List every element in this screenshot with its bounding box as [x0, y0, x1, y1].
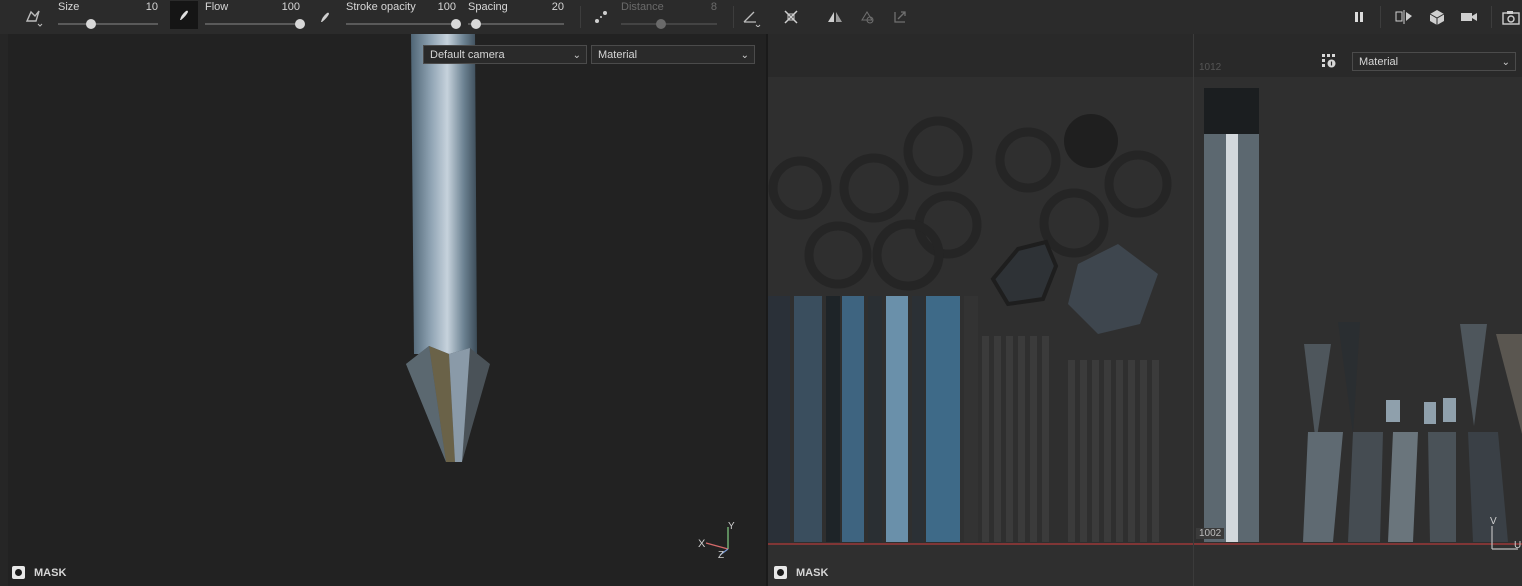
camera-icon[interactable] [1458, 6, 1480, 28]
flow-slider[interactable]: Flow 100 [205, 0, 305, 34]
material-select-2d[interactable]: Material ⌄ [1352, 52, 1516, 71]
camera-select-value: Default camera [430, 49, 505, 61]
split-view-icon[interactable] [1393, 6, 1415, 28]
stroke-opacity-value[interactable]: 100 [438, 1, 456, 13]
spacing-value[interactable]: 20 [552, 1, 564, 13]
mirror-icon[interactable] [824, 6, 846, 28]
size-value[interactable]: 10 [146, 1, 158, 13]
distance-knob [656, 19, 667, 29]
uv-axis-u-label: U [1514, 540, 1522, 551]
flow-value[interactable]: 100 [282, 1, 300, 13]
mesh-preview [406, 34, 490, 462]
stroke-opacity-label: Stroke opacity [346, 1, 416, 13]
chevron-down-icon: ⌄ [1501, 57, 1510, 68]
spacing-track[interactable] [468, 23, 564, 25]
size-track[interactable] [58, 23, 158, 25]
material-select-2d-value: Material [1359, 56, 1399, 68]
distance-value: 8 [710, 1, 717, 13]
udim-tile-label-top: 1012 [1199, 62, 1222, 73]
chevron-down-icon: ⌄ [740, 50, 749, 61]
stroke-opacity-track[interactable] [346, 23, 456, 25]
udim-tile-label-bottom: 1002 [1196, 528, 1225, 539]
udim-divider [1193, 34, 1194, 586]
size-knob[interactable] [86, 19, 96, 29]
material-select-3d-value: Material [598, 49, 638, 61]
stroke-opacity-slider[interactable]: Stroke opacity 100 [346, 0, 461, 34]
size-slider[interactable]: Size 10 [58, 0, 158, 34]
axis-y-label: Y [728, 521, 735, 532]
chevron-down-icon: ⌄ [572, 50, 581, 61]
transform-icon[interactable] [889, 6, 911, 28]
flow-label: Flow [205, 1, 229, 13]
brush-preset-icon[interactable] [22, 6, 44, 28]
screenshot-icon[interactable] [1500, 6, 1522, 28]
uv-texture-view [768, 88, 1522, 545]
brush-alpha-icon[interactable] [170, 1, 198, 29]
toolbar-separator [1491, 6, 1492, 28]
toolbar-separator [733, 6, 734, 28]
mask-icon [12, 566, 25, 579]
mask-label-2d: MASK [796, 566, 829, 579]
stroke-opacity-knob[interactable] [451, 19, 461, 29]
symmetry-icon[interactable] [780, 6, 802, 28]
mask-label-3d: MASK [34, 566, 67, 579]
uv-axis-gizmo: V U [1488, 516, 1522, 551]
camera-select[interactable]: Default camera ⌄ [423, 45, 587, 64]
pause-icon[interactable] [1348, 6, 1370, 28]
flow-brush-icon[interactable] [314, 6, 336, 28]
toolbar-separator [580, 6, 581, 28]
spacing-slider[interactable]: Spacing 20 [468, 0, 564, 34]
distance-slider: Distance 8 [621, 0, 717, 34]
cube-view-icon[interactable] [1426, 6, 1448, 28]
toolbar-separator [1380, 6, 1381, 28]
toolbar: Size 10 Flow 100 Stroke opacity 100 Spac… [0, 0, 1522, 35]
axis-z-label: Z [718, 550, 725, 561]
size-label: Size [58, 1, 80, 13]
spacing-label: Spacing [468, 1, 508, 13]
material-select-3d[interactable]: Material ⌄ [591, 45, 755, 64]
mask-toggle-3d[interactable]: MASK [12, 566, 66, 579]
grid-display-icon[interactable] [1320, 52, 1338, 70]
lazy-mouse-icon[interactable] [590, 6, 612, 28]
line-angle-icon[interactable] [740, 6, 762, 28]
viewport-2d[interactable]: Material ⌄ [768, 34, 1522, 586]
viewport-3d[interactable]: Default camera ⌄ Material ⌄ Y X Z [8, 34, 766, 586]
mask-icon [774, 566, 787, 579]
mirror-axis-icon[interactable] [857, 6, 879, 28]
uv-axis-v-label: V [1490, 516, 1497, 527]
distance-track [621, 23, 717, 25]
axis-gizmo-3d: Y X Z [696, 521, 736, 561]
mask-toggle-2d[interactable]: MASK [774, 566, 828, 579]
spacing-knob[interactable] [470, 19, 481, 29]
flow-knob[interactable] [295, 19, 305, 29]
distance-label: Distance [621, 1, 664, 13]
axis-x-label: X [698, 538, 706, 550]
flow-track[interactable] [205, 23, 300, 25]
